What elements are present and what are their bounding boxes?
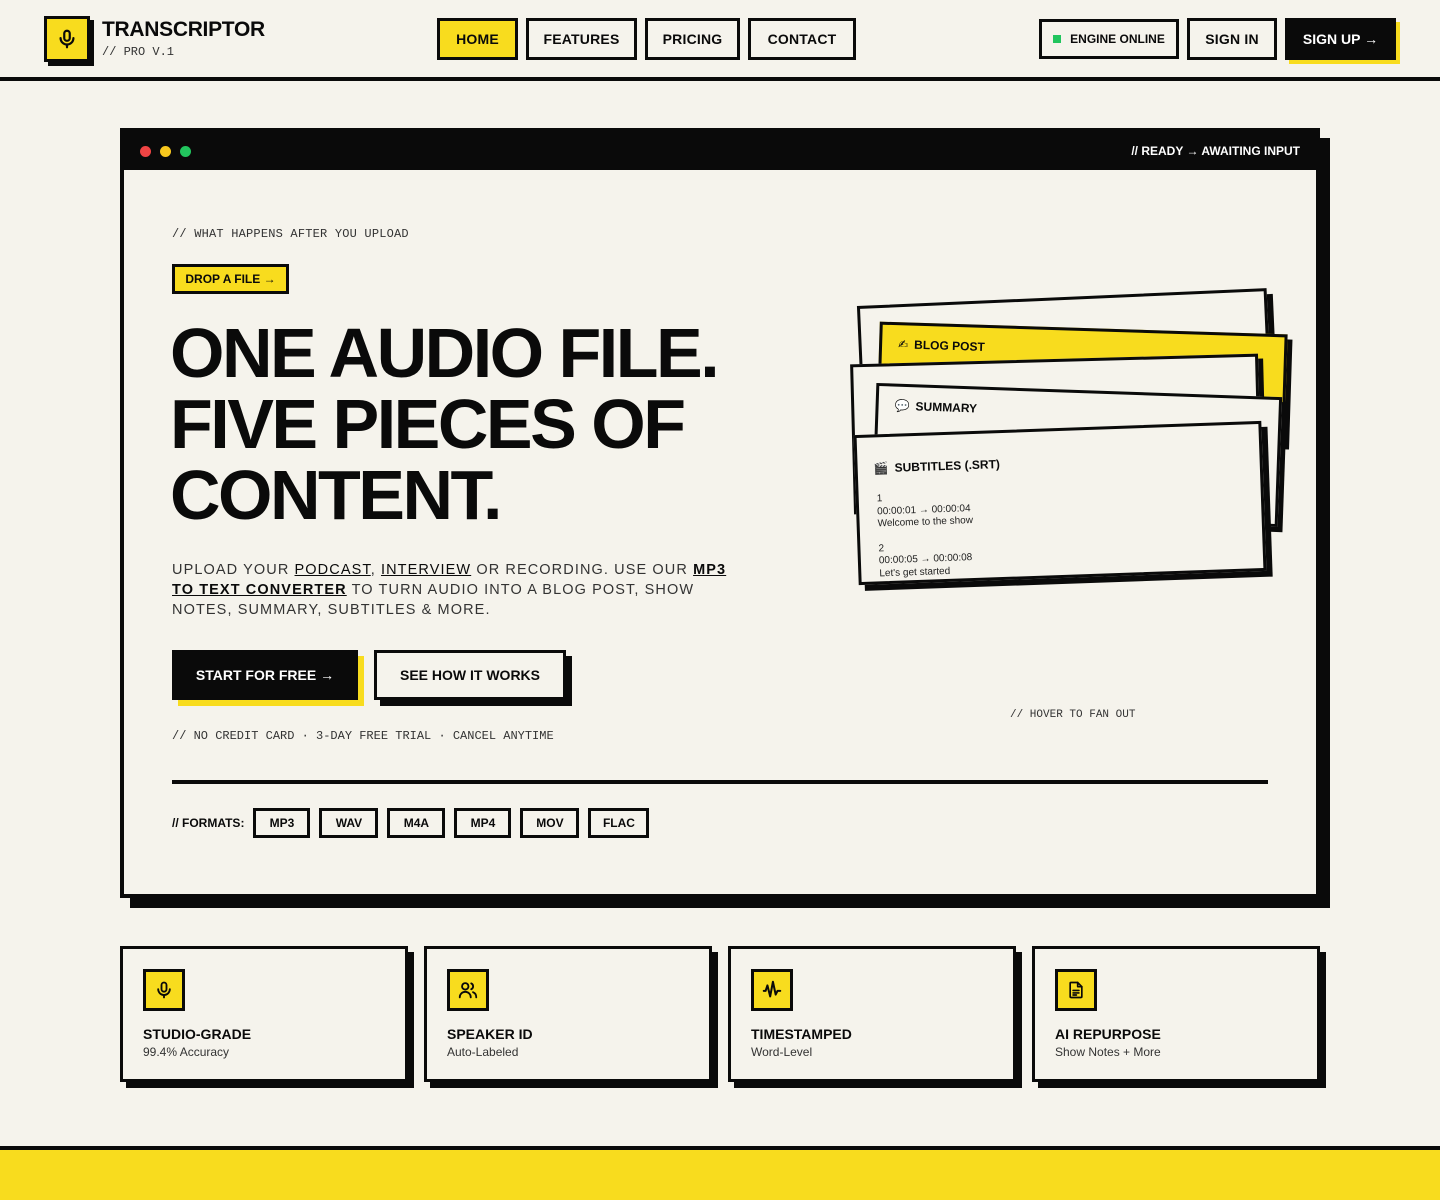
microphone-icon	[143, 969, 185, 1011]
format-chip-mp4: MP4	[454, 808, 512, 838]
formats-label: // FORMATS:	[172, 816, 245, 830]
feature-tile-studio-grade[interactable]: STUDIO-GRADE 99.4% Accuracy	[120, 946, 408, 1082]
format-chip-mp3: MP3	[253, 808, 311, 838]
nav-contact[interactable]: CONTACT	[748, 18, 856, 60]
sign-up-button[interactable]: SIGN UP →	[1285, 18, 1396, 60]
brand-version: // PRO V.1	[102, 45, 175, 59]
hero-window: // READY → AWAITING INPUT // WHAT HAPPEN…	[120, 128, 1320, 898]
status-dot-icon	[1053, 35, 1062, 43]
engine-status-label: ENGINE ONLINE	[1070, 32, 1165, 46]
trial-fine-print: // NO CREDIT CARD · 3-DAY FREE TRIAL · C…	[172, 729, 554, 743]
users-icon	[447, 969, 489, 1011]
clapperboard-icon: 🎬	[873, 460, 889, 476]
feature-tile-speaker-id[interactable]: SPEAKER ID Auto-Labeled	[424, 946, 712, 1082]
footer-band	[0, 1146, 1440, 1200]
feature-tile-ai-repurpose[interactable]: AI REPURPOSE Show Notes + More	[1032, 946, 1320, 1082]
nav-features[interactable]: FEATURES	[526, 18, 637, 60]
top-navbar: TRANSCRIPTOR // PRO V.1 HOME FEATURES PR…	[0, 0, 1440, 81]
nav-home[interactable]: HOME	[437, 18, 518, 60]
nav-pricing[interactable]: PRICING	[645, 18, 740, 60]
document-icon	[1055, 969, 1097, 1011]
minimize-dot-icon	[160, 146, 171, 157]
pencil-icon: ✍	[897, 337, 909, 352]
start-free-button[interactable]: START FOR FREE →	[172, 650, 358, 700]
hero-headline: ONE AUDIO FILE. FIVE PIECES OF CONTENT.	[170, 318, 810, 531]
lede-text-1: UPLOAD YOUR	[172, 562, 295, 578]
window-status: // READY → AWAITING INPUT	[1131, 144, 1300, 158]
brand[interactable]: TRANSCRIPTOR // PRO V.1	[102, 18, 265, 59]
blog-post-title: ✍ BLOG POST	[898, 337, 985, 354]
feature-title: SPEAKER ID	[447, 1026, 533, 1042]
srt-preview: 1 00:00:01 → 00:00:04 Welcome to the sho…	[877, 490, 975, 580]
format-chip-wav: WAV	[319, 808, 379, 838]
hover-hint: // HOVER TO FAN OUT	[1010, 709, 1136, 721]
subtitles-label: SUBTITLES (.SRT)	[894, 457, 1001, 475]
feature-tile-timestamped[interactable]: TIMESTAMPED Word-Level	[728, 946, 1016, 1082]
srt-line: Let's get started	[879, 565, 951, 579]
headline-line-3: CONTENT.	[170, 456, 503, 534]
microphone-icon	[59, 29, 75, 49]
feature-subtitle: 99.4% Accuracy	[143, 1045, 230, 1059]
formats-row: // FORMATS: MP3 WAV M4A MP4 MOV FLAC	[172, 808, 650, 838]
feature-title: AI REPURPOSE	[1055, 1026, 1161, 1042]
waveform-icon	[751, 969, 793, 1011]
format-chip-mov: MOV	[520, 808, 580, 838]
summary-title: 💬 SUMMARY	[894, 399, 977, 416]
logo-mark[interactable]	[44, 16, 90, 62]
feature-title: TIMESTAMPED	[751, 1026, 852, 1042]
summary-label: SUMMARY	[915, 399, 978, 416]
subtitles-title: 🎬 SUBTITLES (.SRT)	[873, 457, 1000, 475]
lede-text-3: OR RECORDING. USE OUR	[471, 562, 694, 578]
feature-subtitle: Show Notes + More	[1055, 1045, 1161, 1059]
speech-bubble-icon: 💬	[894, 398, 910, 414]
brand-name: TRANSCRIPTOR	[102, 18, 265, 41]
headline-line-2: FIVE PIECES OF	[170, 385, 686, 463]
divider	[172, 780, 1268, 784]
format-chip-flac: FLAC	[588, 808, 650, 838]
lede-text-2: ,	[370, 562, 381, 578]
see-how-it-works-button[interactable]: SEE HOW IT WORKS	[374, 650, 566, 700]
drop-file-button[interactable]: DROP A FILE →	[172, 264, 289, 294]
maximize-dot-icon	[180, 146, 191, 157]
feature-subtitle: Auto-Labeled	[447, 1045, 519, 1059]
close-dot-icon	[140, 146, 151, 157]
headline-line-1: ONE AUDIO FILE.	[170, 314, 720, 392]
subtitles-card[interactable]: 🎬 SUBTITLES (.SRT) 1 00:00:01 → 00:00:04…	[853, 420, 1267, 586]
engine-status-badge: ENGINE ONLINE	[1039, 19, 1179, 59]
hero-eyebrow: // WHAT HAPPENS AFTER YOU UPLOAD	[172, 227, 409, 241]
window-titlebar: // READY → AWAITING INPUT	[124, 132, 1316, 170]
sign-in-button[interactable]: SIGN IN	[1187, 18, 1277, 60]
blog-post-label: BLOG POST	[913, 337, 986, 354]
feature-title: STUDIO-GRADE	[143, 1026, 252, 1042]
format-chip-m4a: M4A	[387, 808, 446, 838]
podcast-link[interactable]: PODCAST	[295, 562, 371, 578]
interview-link[interactable]: INTERVIEW	[381, 562, 471, 578]
hero-description: UPLOAD YOUR PODCAST, INTERVIEW OR RECORD…	[172, 560, 732, 620]
feature-subtitle: Word-Level	[751, 1045, 813, 1059]
